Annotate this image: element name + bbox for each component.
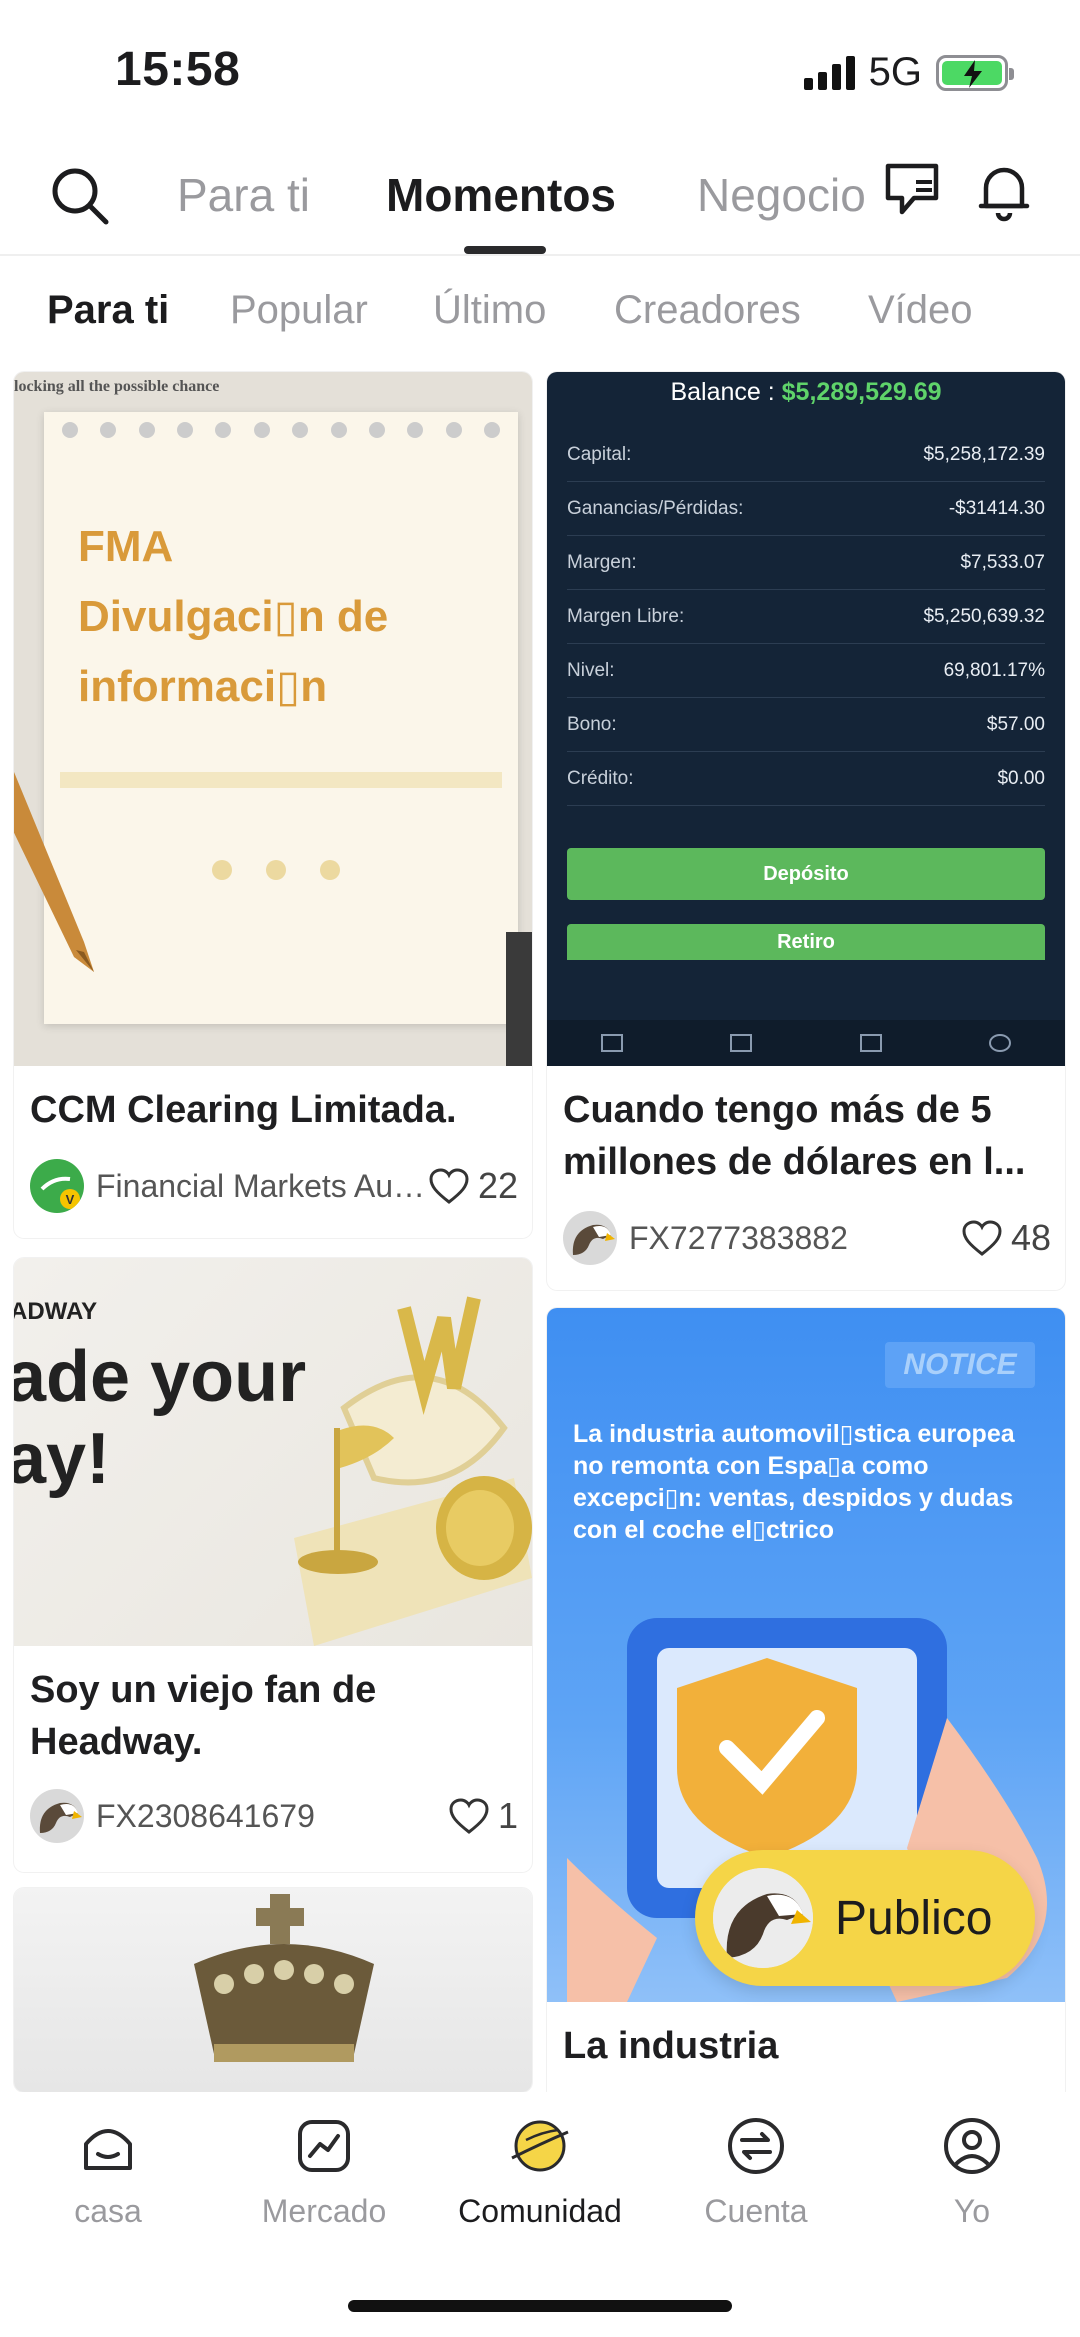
post-image: ADWAY ade your ay! (14, 1258, 532, 1646)
search-icon[interactable] (48, 164, 112, 233)
balance-row: Bono: $57.00 (567, 698, 1045, 752)
community-planet-icon (511, 2120, 569, 2172)
like-button[interactable]: 1 (448, 1795, 518, 1837)
post-title: Soy un viejo fan de Headway. (30, 1669, 377, 1763)
balance-row: Margen Libre: $5,250,639.32 (567, 590, 1045, 644)
top-tab-bar: Para ti Momentos Negocio (0, 150, 1080, 256)
heart-icon (429, 1168, 469, 1204)
post-card[interactable]: NOTICE La industria automovil▯stica euro… (547, 1308, 1065, 2108)
like-button[interactable]: 22 (428, 1165, 518, 1207)
post-title: La industria (563, 2025, 779, 2067)
balance-row: Nivel: 69,801.17% (567, 644, 1045, 698)
avatar[interactable] (30, 1789, 84, 1843)
deposit-button-image: Depósito (567, 848, 1045, 900)
post-title: Cuando tengo más de 5 millones de dólare… (563, 1089, 1026, 1183)
post-card[interactable]: Balance : $5,289,529.69 Capital: $5,258,1… (547, 372, 1065, 1290)
author-name[interactable]: FX2308641679 (96, 1798, 448, 1835)
status-indicators: 5G (803, 50, 1014, 95)
post-meta: V Financial Markets Aut... 22 (30, 1158, 518, 1214)
like-button[interactable]: 48 (961, 1217, 1051, 1259)
subtab-ultimo[interactable]: Último (433, 288, 546, 333)
home-icon (84, 2129, 132, 2170)
nav-mercado[interactable]: Mercado (234, 2114, 414, 2230)
nav-casa[interactable]: casa (18, 2114, 198, 2230)
post-image: locking all the possible chance FMA Divu… (14, 372, 532, 1066)
crown-graphic (194, 1894, 374, 2062)
svg-text:V: V (66, 1192, 75, 1207)
tab-negocio[interactable]: Negocio (697, 168, 866, 222)
pen-graphic (14, 772, 94, 972)
subtab-video[interactable]: Vídeo (868, 288, 973, 333)
bell-icon[interactable] (974, 160, 1034, 229)
author-name[interactable]: FX7277383882 (629, 1220, 961, 1257)
post-title: CCM Clearing Limitada. (30, 1089, 457, 1131)
nav-yo[interactable]: Yo (882, 2114, 1062, 2230)
publish-label: Publico (835, 1891, 993, 1945)
balance-row: Margen: $7,533.07 (567, 536, 1045, 590)
post-meta: FX2308641679 1 (30, 1788, 518, 1844)
post-meta: FX7277383882 48 (563, 1210, 1051, 1266)
eagle-avatar-icon (713, 1868, 813, 1968)
post-image: Balance : $5,289,529.69 Capital: $5,258,1… (547, 372, 1065, 1066)
account-exchange-icon (728, 2118, 784, 2174)
heart-icon (962, 1220, 1002, 1256)
active-tab-indicator (464, 246, 546, 254)
app-tabbar-graphic (547, 1020, 1065, 1066)
battery-icon (936, 54, 1014, 91)
balance-row: Ganancias/Pérdidas: -$31414.30 (567, 482, 1045, 536)
post-card[interactable]: locking all the possible chance FMA Divu… (14, 372, 532, 1238)
subtab-para-ti[interactable]: Para ti (47, 288, 169, 333)
subtab-popular[interactable]: Popular (230, 288, 368, 333)
avatar[interactable] (563, 1211, 617, 1265)
tab-momentos[interactable]: Momentos (386, 168, 616, 222)
home-indicator (348, 2300, 732, 2312)
post-image (14, 1888, 532, 2092)
notice-badge: NOTICE (885, 1342, 1035, 1388)
like-count: 1 (497, 1795, 518, 1836)
post-card[interactable]: ADWAY ade your ay! Soy un viejo fan de H… (14, 1258, 532, 1872)
signal-icon (803, 55, 855, 90)
like-count: 22 (477, 1165, 518, 1206)
gold-trophy-graphic (294, 1296, 532, 1646)
withdraw-button-image: Retiro (567, 924, 1045, 960)
sub-tab-bar: Para ti Popular Último Creadores Vídeo (0, 280, 1080, 350)
subtab-creadores[interactable]: Creadores (614, 288, 801, 333)
post-card[interactable] (14, 1888, 532, 2092)
like-count: 48 (1010, 1217, 1051, 1258)
nav-comunidad[interactable]: Comunidad (450, 2114, 630, 2230)
network-label: 5G (868, 50, 922, 94)
avatar[interactable]: V (30, 1159, 84, 1213)
nav-cuenta[interactable]: Cuenta (666, 2114, 846, 2230)
status-time: 15:58 (115, 43, 241, 96)
market-chart-icon (298, 2120, 350, 2172)
balance-row: Crédito: $0.00 (567, 752, 1045, 806)
profile-icon (944, 2118, 1000, 2174)
publish-button[interactable]: Publico (695, 1850, 1035, 1986)
author-name[interactable]: Financial Markets Aut... (96, 1168, 428, 1205)
balance-row: Capital: $5,258,172.39 (567, 428, 1045, 482)
notepad-graphic: FMA Divulgaci▯n de informaci▯n (44, 412, 518, 1024)
heart-icon (449, 1798, 489, 1834)
message-icon[interactable] (882, 160, 942, 229)
status-bar: 15:58 5G (0, 0, 1080, 140)
tab-para-ti[interactable]: Para ti (177, 168, 310, 222)
